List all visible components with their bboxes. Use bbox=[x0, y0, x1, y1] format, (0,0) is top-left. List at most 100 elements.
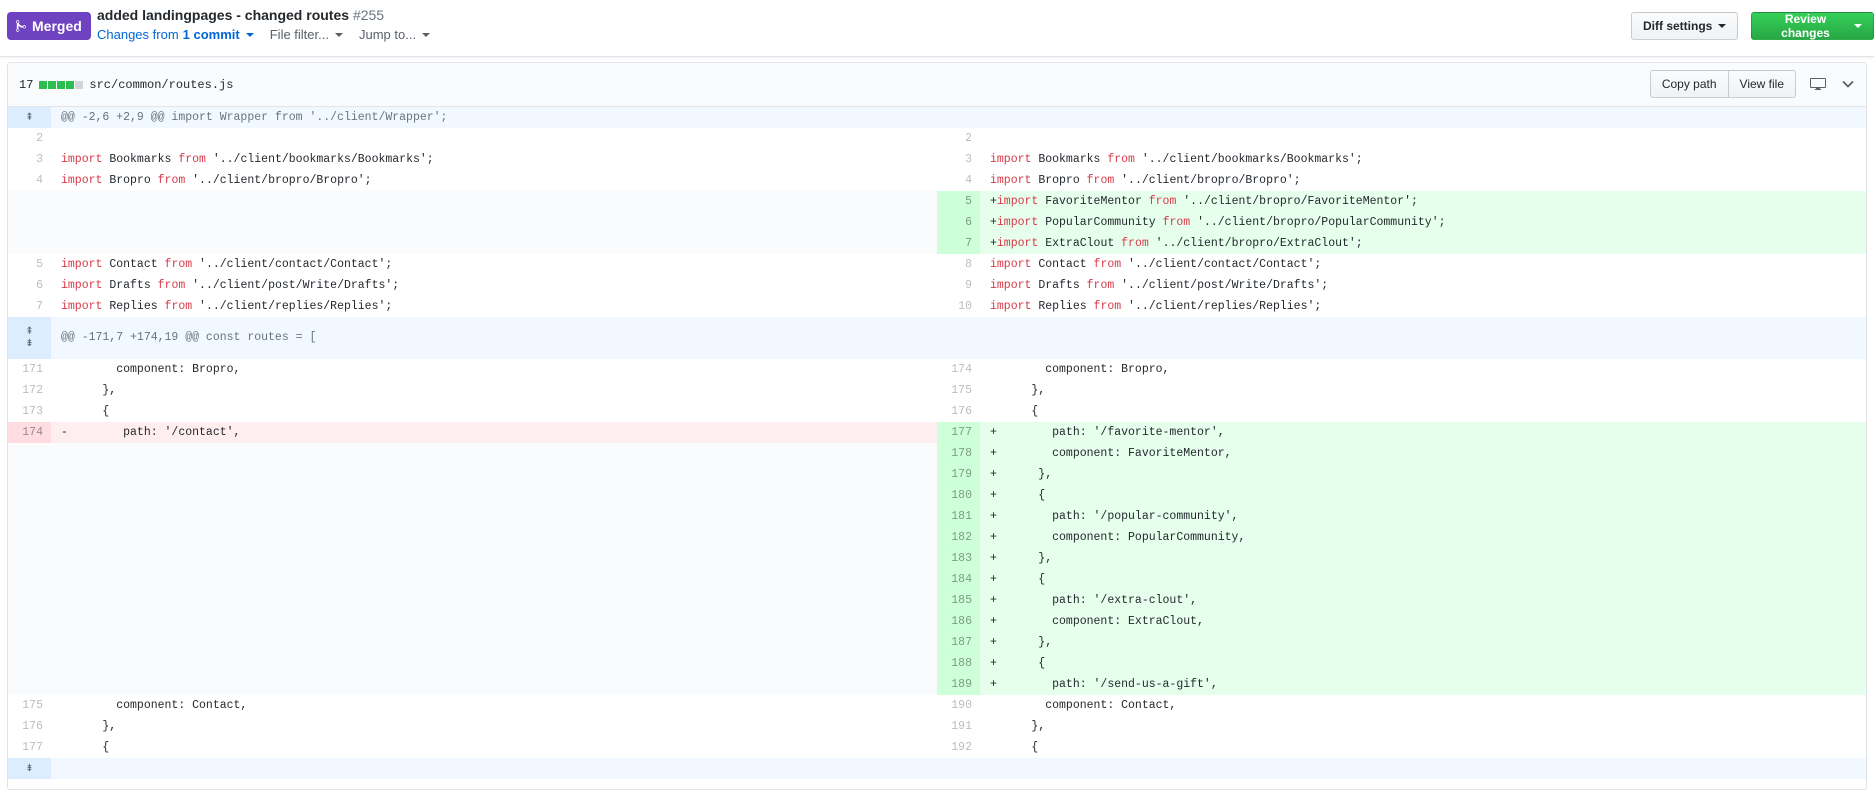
right-line-number[interactable]: 176 bbox=[937, 401, 980, 422]
commit-count-link[interactable]: 1 commit bbox=[183, 27, 240, 42]
changed-lines-count: 17 bbox=[19, 77, 34, 92]
diff-row: 5 import Contact from '../client/contact/… bbox=[8, 254, 1866, 275]
left-code-line: import Contact from '../client/contact/C… bbox=[61, 258, 393, 271]
right-line-number[interactable]: 7 bbox=[937, 233, 980, 254]
left-line-number[interactable] bbox=[8, 527, 51, 548]
right-line-number[interactable]: 185 bbox=[937, 590, 980, 611]
right-code-line: + { bbox=[980, 485, 1866, 506]
right-line-number[interactable]: 187 bbox=[937, 632, 980, 653]
right-line-number[interactable]: 9 bbox=[937, 275, 980, 296]
left-line-number[interactable] bbox=[8, 548, 51, 569]
right-line-number[interactable]: 6 bbox=[937, 212, 980, 233]
left-line-number[interactable] bbox=[8, 485, 51, 506]
right-line-number[interactable]: 186 bbox=[937, 611, 980, 632]
right-line-number[interactable]: 182 bbox=[937, 527, 980, 548]
right-line-number[interactable]: 8 bbox=[937, 254, 980, 275]
left-line-number[interactable] bbox=[8, 674, 51, 695]
diff-row: 178 + component: FavoriteMentor, bbox=[8, 443, 1866, 464]
left-line-number[interactable] bbox=[8, 569, 51, 590]
left-line-number[interactable]: 175 bbox=[8, 695, 51, 716]
left-side: 7 import Replies from '../client/replies/… bbox=[8, 296, 937, 317]
right-line-number[interactable]: 2 bbox=[937, 128, 980, 149]
right-line-number[interactable]: 183 bbox=[937, 548, 980, 569]
left-line-number[interactable]: 176 bbox=[8, 716, 51, 737]
expand-down-icon[interactable]: ⇟ bbox=[8, 758, 51, 779]
right-line-number[interactable]: 184 bbox=[937, 569, 980, 590]
left-line-number[interactable]: 174 bbox=[8, 422, 51, 443]
diffstat-blocks bbox=[39, 80, 84, 89]
left-line-number[interactable]: 173 bbox=[8, 401, 51, 422]
right-line-number[interactable]: 181 bbox=[937, 506, 980, 527]
right-line-number[interactable]: 177 bbox=[937, 422, 980, 443]
left-code-line bbox=[51, 674, 937, 695]
right-line-number[interactable]: 10 bbox=[937, 296, 980, 317]
right-code-line: }, bbox=[990, 720, 1046, 733]
expand-both-icon[interactable]: ⇞ ⇟ bbox=[8, 317, 51, 359]
right-line-number[interactable]: 3 bbox=[937, 149, 980, 170]
left-line-number[interactable] bbox=[8, 233, 51, 254]
expand-up-icon[interactable]: ⇞ bbox=[8, 107, 51, 128]
caret-down-icon bbox=[422, 32, 431, 37]
right-side: 5 +import FavoriteMentor from '../client/… bbox=[937, 191, 1866, 212]
right-line-number[interactable]: 175 bbox=[937, 380, 980, 401]
right-line-number[interactable]: 191 bbox=[937, 716, 980, 737]
left-line-number[interactable] bbox=[8, 443, 51, 464]
right-line-number[interactable]: 192 bbox=[937, 737, 980, 758]
left-line-number[interactable] bbox=[8, 506, 51, 527]
view-file-button[interactable]: View file bbox=[1727, 70, 1796, 98]
right-side: 188 + { bbox=[937, 653, 1866, 674]
jump-to-dropdown[interactable]: Jump to... bbox=[359, 27, 431, 42]
left-line-number[interactable] bbox=[8, 212, 51, 233]
caret-down-icon bbox=[245, 32, 254, 37]
left-line-number[interactable] bbox=[8, 191, 51, 212]
right-code-line: import Replies from '../client/replies/R… bbox=[990, 300, 1322, 313]
right-line-number[interactable]: 178 bbox=[937, 443, 980, 464]
chevron-down-icon[interactable] bbox=[1842, 80, 1854, 88]
diff-settings-button[interactable]: Diff settings bbox=[1631, 12, 1739, 40]
right-line-number[interactable]: 188 bbox=[937, 653, 980, 674]
changes-from-dropdown[interactable]: Changes from 1 commit bbox=[97, 27, 254, 42]
left-line-number[interactable] bbox=[8, 464, 51, 485]
left-line-number[interactable]: 2 bbox=[8, 128, 51, 149]
pr-title: added landingpages - changed routes #255 bbox=[97, 7, 384, 23]
left-line-number[interactable] bbox=[8, 632, 51, 653]
left-code-line: import Drafts from '../client/post/Write… bbox=[61, 279, 400, 292]
left-line-number[interactable]: 4 bbox=[8, 170, 51, 191]
right-code-line: + path: '/popular-community', bbox=[980, 506, 1866, 527]
left-line-number[interactable]: 5 bbox=[8, 254, 51, 275]
right-line-number[interactable]: 179 bbox=[937, 464, 980, 485]
file-path[interactable]: src/common/routes.js bbox=[89, 78, 233, 92]
right-line-number[interactable]: 174 bbox=[937, 359, 980, 380]
left-line-number[interactable]: 172 bbox=[8, 380, 51, 401]
review-changes-button[interactable]: Review changes bbox=[1751, 12, 1874, 40]
left-line-number[interactable]: 177 bbox=[8, 737, 51, 758]
right-line-number[interactable]: 189 bbox=[937, 674, 980, 695]
diff-row: 188 + { bbox=[8, 653, 1866, 674]
right-side: 177 + path: '/favorite-mentor', bbox=[937, 422, 1866, 443]
pr-number[interactable]: #255 bbox=[353, 7, 384, 23]
left-code-line bbox=[51, 233, 937, 254]
left-line-number[interactable]: 171 bbox=[8, 359, 51, 380]
left-line-number[interactable] bbox=[8, 590, 51, 611]
left-line-number[interactable]: 7 bbox=[8, 296, 51, 317]
right-code-line: + component: FavoriteMentor, bbox=[980, 443, 1866, 464]
right-code-line: import Drafts from '../client/post/Write… bbox=[990, 279, 1329, 292]
desktop-icon[interactable] bbox=[1810, 77, 1826, 91]
left-side bbox=[8, 590, 937, 611]
left-line-number[interactable] bbox=[8, 653, 51, 674]
right-line-number[interactable]: 4 bbox=[937, 170, 980, 191]
right-side: 184 + { bbox=[937, 569, 1866, 590]
copy-path-button[interactable]: Copy path bbox=[1649, 70, 1729, 98]
left-code-line bbox=[51, 653, 937, 674]
left-side: 4 import Bropro from '../client/bropro/Br… bbox=[8, 170, 937, 191]
right-line-number[interactable]: 180 bbox=[937, 485, 980, 506]
left-line-number[interactable]: 3 bbox=[8, 149, 51, 170]
left-side: 5 import Contact from '../client/contact/… bbox=[8, 254, 937, 275]
left-code-line bbox=[51, 611, 937, 632]
hunk-header: ⇞ @@ -2,6 +2,9 @@ import Wrapper from '.… bbox=[8, 107, 1866, 128]
left-line-number[interactable] bbox=[8, 611, 51, 632]
file-filter-dropdown[interactable]: File filter... bbox=[270, 27, 343, 42]
right-line-number[interactable]: 5 bbox=[937, 191, 980, 212]
right-line-number[interactable]: 190 bbox=[937, 695, 980, 716]
left-line-number[interactable]: 6 bbox=[8, 275, 51, 296]
